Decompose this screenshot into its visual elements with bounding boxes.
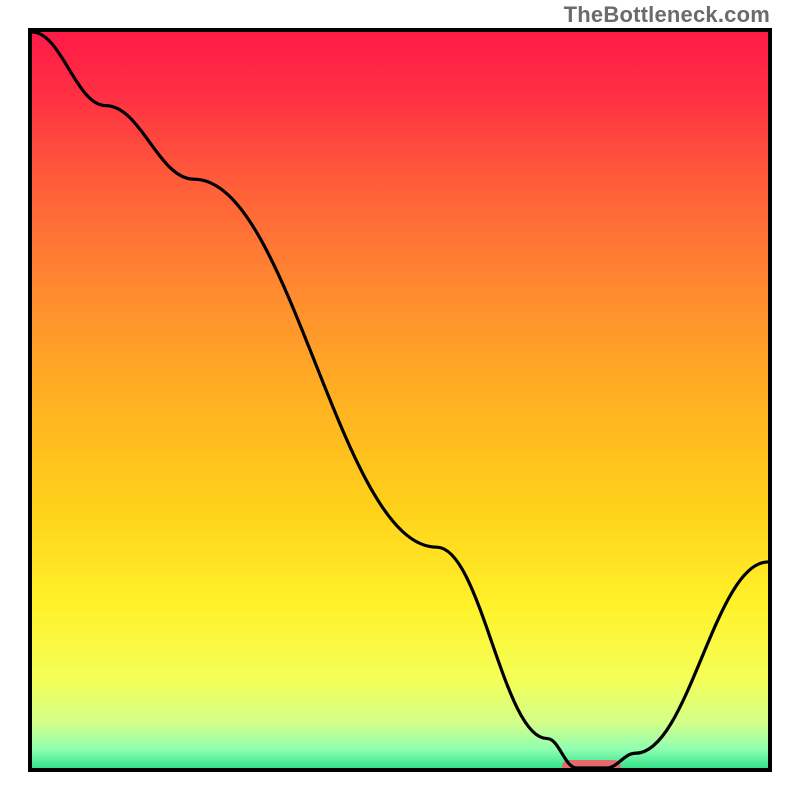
bottleneck-chart (28, 28, 772, 772)
chart-background (32, 32, 768, 768)
watermark-text: TheBottleneck.com (564, 2, 770, 28)
chart-svg (32, 32, 768, 768)
